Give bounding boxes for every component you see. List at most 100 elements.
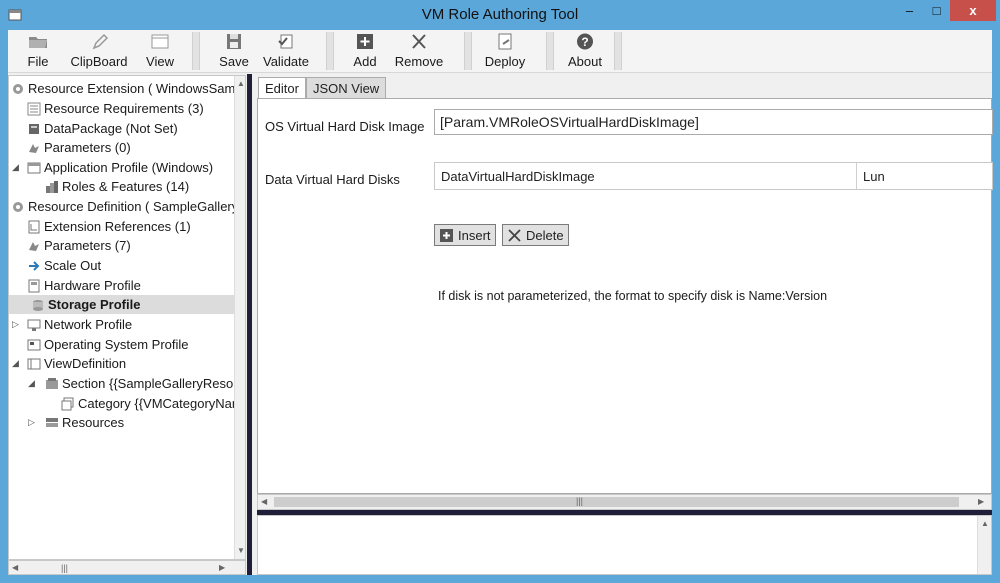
title-bar[interactable]: VM Role Authoring Tool – □ x [0, 0, 1000, 30]
tree-horizontal-scrollbar[interactable]: ◀ ||| ▶ [8, 560, 246, 575]
tree-item-parameters[interactable]: Parameters (7) [27, 236, 131, 255]
clipboard-button[interactable]: ClipBoard [66, 30, 132, 72]
tree-item-application-profile[interactable]: Application Profile (Windows) [27, 158, 213, 177]
toolbar-separator [464, 32, 472, 70]
view-definition-icon [27, 358, 41, 369]
scroll-right-arrow-icon[interactable]: ▶ [219, 563, 225, 572]
os-vhd-label: OS Virtual Hard Disk Image [265, 119, 425, 134]
expand-arrow-icon[interactable]: ▷ [12, 319, 22, 331]
data-vhd-grid[interactable]: DataVirtualHardDiskImage Lun [434, 162, 993, 190]
close-button[interactable]: x [950, 0, 996, 21]
tree-item-resource-extension[interactable]: Resource Extension ( WindowsSamp [11, 79, 243, 98]
tree-item-data-package[interactable]: DataPackage (Not Set) [27, 119, 178, 138]
gear-icon [13, 201, 23, 212]
save-button[interactable]: Save [212, 30, 256, 72]
tree-item-storage-profile[interactable]: Storage Profile [9, 295, 245, 314]
about-label: About [568, 54, 602, 69]
add-label: Add [353, 54, 377, 69]
tree-item-section[interactable]: Section {{SampleGalleryResou [45, 374, 241, 393]
tree-item-parameters[interactable]: Parameters (0) [27, 138, 131, 157]
toolbar-group-deploy: Deploy [480, 30, 530, 72]
clipboard-label: ClipBoard [70, 54, 128, 69]
scroll-up-arrow-icon[interactable]: ▲ [981, 519, 989, 528]
toolbar-separator [326, 32, 334, 70]
about-button[interactable]: ? About [562, 30, 608, 72]
collapse-arrow-icon[interactable]: ◢ [28, 378, 38, 390]
output-pane[interactable]: ▲ [257, 515, 992, 575]
remove-button[interactable]: Remove [388, 30, 450, 72]
maximize-button[interactable]: □ [923, 0, 950, 21]
grid-column-header-lun[interactable]: Lun [857, 163, 992, 189]
tree-item-roles-features[interactable]: Roles & Features (14) [45, 177, 189, 196]
insert-label: Insert [458, 227, 491, 243]
list-icon [27, 102, 41, 115]
toolbar-group-help: ? About [562, 30, 608, 72]
tree-item-hardware-profile[interactable]: Hardware Profile [27, 276, 141, 295]
floppy-disk-icon [227, 34, 241, 49]
storage-profile-editor: OS Virtual Hard Disk Image [Param.VMRole… [257, 98, 993, 494]
delete-icon [508, 228, 521, 242]
tree-item-label: Network Profile [44, 317, 133, 332]
insert-button[interactable]: Insert [434, 224, 496, 246]
resource-tree[interactable]: Resource Extension ( WindowsSamp Resourc… [8, 75, 246, 560]
tree-item-label: Roles & Features (14) [62, 179, 190, 194]
tree-item-scale-out[interactable]: Scale Out [27, 256, 101, 275]
scroll-left-arrow-icon[interactable]: ◀ [261, 497, 267, 506]
file-button[interactable]: File [10, 30, 66, 72]
scroll-down-arrow-icon[interactable]: ▼ [237, 546, 245, 555]
expand-arrow-icon[interactable]: ▷ [28, 417, 38, 429]
os-icon [27, 339, 41, 350]
tree-item-label: Resource Definition ( SampleGallery [28, 199, 239, 214]
scroll-thumb-grip-icon[interactable]: ||| [576, 496, 583, 506]
tree-item-label: Storage Profile [48, 297, 141, 312]
output-vertical-scrollbar[interactable]: ▲ [977, 516, 991, 574]
collapse-arrow-icon[interactable]: ◢ [12, 162, 22, 174]
toolbar-separator [546, 32, 554, 70]
reference-icon [28, 220, 40, 233]
add-button[interactable]: Add [342, 30, 388, 72]
validate-button[interactable]: Validate [256, 30, 316, 72]
tree-item-label: Parameters (0) [44, 140, 131, 155]
scroll-right-arrow-icon[interactable]: ▶ [978, 497, 984, 506]
tree-item-label: DataPackage (Not Set) [44, 121, 178, 136]
tree-item-network-profile[interactable]: Network Profile [27, 315, 132, 334]
tree-vertical-scrollbar[interactable]: ▲ ▼ [234, 76, 245, 559]
tree-item-category[interactable]: Category {{VMCategoryNar [61, 394, 236, 413]
database-icon [29, 123, 39, 134]
tab-json-view[interactable]: JSON View [305, 77, 387, 98]
view-button[interactable]: View [132, 30, 188, 72]
tree-item-resource-definition[interactable]: Resource Definition ( SampleGallery [11, 197, 238, 216]
tree-item-view-definition[interactable]: ViewDefinition [27, 354, 126, 373]
scroll-thumb[interactable] [274, 497, 959, 507]
pencil-icon [92, 33, 109, 50]
toolbar-group-main: File ClipBoard View [10, 30, 188, 72]
roles-icon [46, 180, 58, 193]
grid-column-header-image[interactable]: DataVirtualHardDiskImage [435, 163, 857, 189]
deploy-icon [498, 33, 512, 50]
data-vhd-label: Data Virtual Hard Disks [265, 172, 400, 187]
tree-item-extension-references[interactable]: Extension References (1) [27, 217, 191, 236]
app-window: VM Role Authoring Tool – □ x File ClipBo… [0, 0, 1000, 583]
collapse-arrow-icon[interactable]: ◢ [12, 358, 22, 370]
editor-horizontal-scrollbar[interactable]: ◀ ||| ▶ [257, 494, 992, 510]
tree-item-resources[interactable]: Resources [45, 413, 124, 432]
validate-label: Validate [262, 54, 309, 69]
tree-item-os-profile[interactable]: Operating System Profile [27, 335, 189, 354]
file-label: File [27, 54, 49, 69]
minimize-button[interactable]: – [896, 0, 923, 21]
deploy-label: Deploy [484, 54, 526, 69]
tab-editor[interactable]: Editor [258, 77, 306, 98]
delete-label: Delete [526, 227, 564, 243]
scroll-thumb-grip-icon[interactable]: ||| [61, 563, 68, 573]
hardware-icon [28, 279, 40, 292]
disk-format-hint: If disk is not parameterized, the format… [438, 289, 828, 303]
tree-item-label: Hardware Profile [44, 278, 141, 293]
scroll-left-arrow-icon[interactable]: ◀ [12, 563, 18, 572]
os-vhd-input[interactable]: [Param.VMRoleOSVirtualHardDiskImage] [434, 109, 993, 135]
parameters-icon [29, 143, 39, 153]
tree-item-label: Section {{SampleGalleryResou [62, 376, 241, 391]
deploy-button[interactable]: Deploy [480, 30, 530, 72]
delete-button[interactable]: Delete [502, 224, 569, 246]
tree-item-resource-requirements[interactable]: Resource Requirements (3) [27, 99, 204, 118]
scroll-up-arrow-icon[interactable]: ▲ [237, 79, 245, 88]
